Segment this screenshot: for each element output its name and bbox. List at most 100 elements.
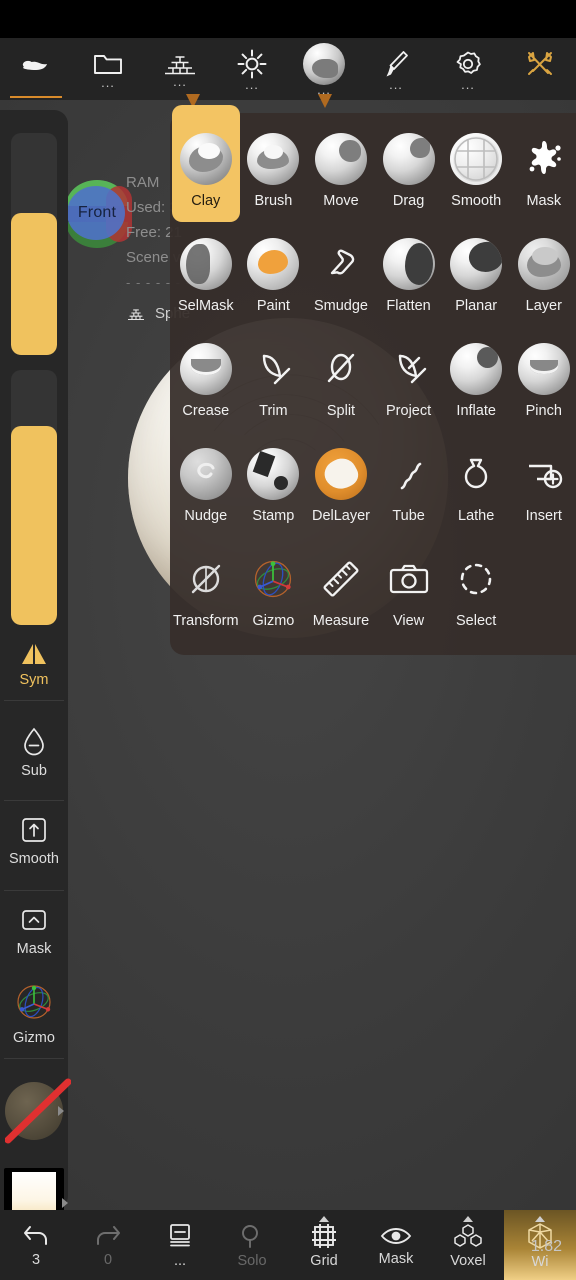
brush-item-view[interactable]: View bbox=[375, 539, 443, 644]
redo-button[interactable]: 0 bbox=[72, 1210, 144, 1280]
sidebar-item-sym[interactable]: Sym bbox=[0, 638, 68, 688]
brush-item-select[interactable]: Select bbox=[442, 539, 510, 644]
brush-item-planar[interactable]: Planar bbox=[442, 224, 510, 329]
brush-item-smooth[interactable]: Smooth bbox=[442, 119, 510, 224]
chevron-up-icon bbox=[463, 1216, 473, 1222]
brush-item-move[interactable]: Move bbox=[307, 119, 375, 224]
sidebar-divider bbox=[4, 800, 64, 801]
brush-item-trim[interactable]: Trim bbox=[240, 329, 308, 434]
brush-item-tube[interactable]: Tube bbox=[375, 434, 443, 539]
trim-icon bbox=[247, 343, 299, 395]
brush-item-label: Paint bbox=[256, 298, 290, 314]
nudge-ball-icon bbox=[179, 448, 232, 500]
mask-visibility-button[interactable]: Mask bbox=[360, 1210, 432, 1280]
brush-item-drag[interactable]: Drag bbox=[375, 119, 443, 224]
smooth-box-up-icon bbox=[22, 818, 46, 842]
sidebar-item-smooth[interactable]: Smooth bbox=[0, 815, 68, 867]
brush-item-transform[interactable]: Transform bbox=[172, 539, 240, 644]
brush-item-pinch[interactable]: Pinch bbox=[510, 329, 576, 434]
clay-ball-icon bbox=[179, 133, 232, 185]
brush-item-nudge[interactable]: Nudge bbox=[172, 434, 240, 539]
brush-size-slider[interactable] bbox=[11, 133, 57, 355]
viewcube-label: Front bbox=[77, 204, 117, 221]
brush-item-lathe[interactable]: Lathe bbox=[442, 434, 510, 539]
brush-intensity-slider[interactable] bbox=[11, 370, 57, 625]
brush-item-measure[interactable]: Measure bbox=[307, 539, 375, 644]
camera-icon bbox=[383, 553, 435, 605]
brush-item-label: View bbox=[392, 613, 425, 629]
toolbar-item-topology[interactable]: ... bbox=[144, 38, 216, 108]
toolbar-item-material[interactable]: ... bbox=[288, 38, 360, 108]
mask-label: Mask bbox=[378, 1250, 414, 1267]
brush-item-label: Pinch bbox=[525, 403, 562, 419]
material-expand-arrow-icon[interactable] bbox=[58, 1106, 64, 1116]
brush-item-label: Insert bbox=[525, 508, 562, 524]
toolbar-item-settings[interactable]: ... bbox=[432, 38, 504, 100]
undo-button[interactable]: 3 bbox=[0, 1210, 72, 1280]
folder-icon bbox=[94, 55, 122, 74]
brush-item-label: Split bbox=[326, 403, 356, 419]
brush-item-label: Clay bbox=[191, 193, 221, 209]
bottom-toolbar: 3 0 ... Solo Grid Mask Voxel Wi 1.82 bbox=[0, 1210, 576, 1280]
brush-item-label: Brush bbox=[254, 193, 293, 209]
sidebar-item-mask[interactable]: Mask bbox=[0, 905, 68, 957]
brush-item-gizmo[interactable]: Gizmo bbox=[240, 539, 308, 644]
layers-button[interactable]: ... bbox=[144, 1210, 216, 1280]
toolbar-item-sculpt[interactable] bbox=[0, 38, 72, 100]
grid-button[interactable]: Grid bbox=[288, 1210, 360, 1280]
solo-button[interactable]: Solo bbox=[216, 1210, 288, 1280]
toolbar-item-files[interactable]: ... bbox=[72, 38, 144, 100]
brush-ball-icon bbox=[247, 133, 300, 185]
color-expand-arrow-icon[interactable] bbox=[62, 1198, 68, 1208]
pinch-ball-icon bbox=[517, 343, 570, 395]
redo-icon bbox=[97, 1225, 120, 1245]
brush-item-flatten[interactable]: Flatten bbox=[375, 224, 443, 329]
project-icon bbox=[383, 343, 435, 395]
drag-ball-icon bbox=[382, 133, 435, 185]
sidebar-item-sub[interactable]: Sub bbox=[0, 725, 68, 779]
brush-item-project[interactable]: Project bbox=[375, 329, 443, 434]
brush-item-clay[interactable]: Clay bbox=[172, 105, 240, 222]
sculpt-app-window: Front RAM Used: 3 Free: 21 Scene ve - - … bbox=[0, 0, 576, 1280]
status-bar bbox=[0, 0, 576, 38]
brush-item-label: Gizmo bbox=[252, 613, 295, 629]
brush-item-paint[interactable]: Paint bbox=[240, 224, 308, 329]
brush-item-brush[interactable]: Brush bbox=[240, 119, 308, 224]
gizmo-axis-icon bbox=[247, 553, 299, 605]
toolbar-dots: ... bbox=[461, 77, 475, 92]
brush-item-crease[interactable]: Crease bbox=[172, 329, 240, 434]
material-swatch[interactable] bbox=[4, 1062, 71, 1160]
planar-ball-icon bbox=[450, 238, 503, 290]
brush-item-selmask[interactable]: SelMask bbox=[172, 224, 240, 329]
dellayer-icon bbox=[314, 448, 367, 500]
eye-icon bbox=[380, 1227, 412, 1244]
sidebar-label: Smooth bbox=[9, 851, 59, 867]
mask-box-icon bbox=[22, 910, 46, 930]
toolbar-item-brush[interactable]: ... bbox=[360, 38, 432, 100]
brush-item-label: Drag bbox=[392, 193, 425, 209]
brush-item-smudge[interactable]: Smudge bbox=[307, 224, 375, 329]
brush-item-label: Select bbox=[456, 613, 497, 629]
brush-item-label: Mask bbox=[526, 193, 562, 209]
brush-item-mask[interactable]: Mask bbox=[510, 119, 576, 224]
view-orientation-gizmo[interactable]: Front bbox=[62, 178, 132, 248]
voxel-button[interactable]: Voxel bbox=[432, 1210, 504, 1280]
brush-item-layer[interactable]: Layer bbox=[510, 224, 576, 329]
brush-item-stamp[interactable]: Stamp bbox=[240, 434, 308, 539]
brush-item-insert[interactable]: Insert bbox=[510, 434, 576, 539]
brush-item-dellayer[interactable]: DelLayer bbox=[307, 434, 375, 539]
gear-icon bbox=[456, 51, 481, 74]
toolbar-item-lighting[interactable]: ... bbox=[216, 38, 288, 100]
transform-icon bbox=[180, 553, 232, 605]
sidebar-item-gizmo[interactable]: Gizmo bbox=[0, 980, 68, 1046]
toolbar-item-tools[interactable] bbox=[504, 38, 576, 100]
sidebar-label: Sub bbox=[21, 763, 47, 779]
brush-item-inflate[interactable]: Inflate bbox=[442, 329, 510, 434]
brush-item-label: Flatten bbox=[386, 298, 431, 314]
brush-item-label: Smudge bbox=[313, 298, 368, 314]
sidebar-label: Gizmo bbox=[13, 1030, 55, 1046]
brush-selector-panel[interactable]: Clay Brush Move Drag Smooth Mask SelMask Paint S… bbox=[170, 105, 576, 655]
toolbar-dots: ... bbox=[101, 75, 115, 90]
brush-item-split[interactable]: Split bbox=[307, 329, 375, 434]
topology-icon bbox=[128, 308, 144, 320]
